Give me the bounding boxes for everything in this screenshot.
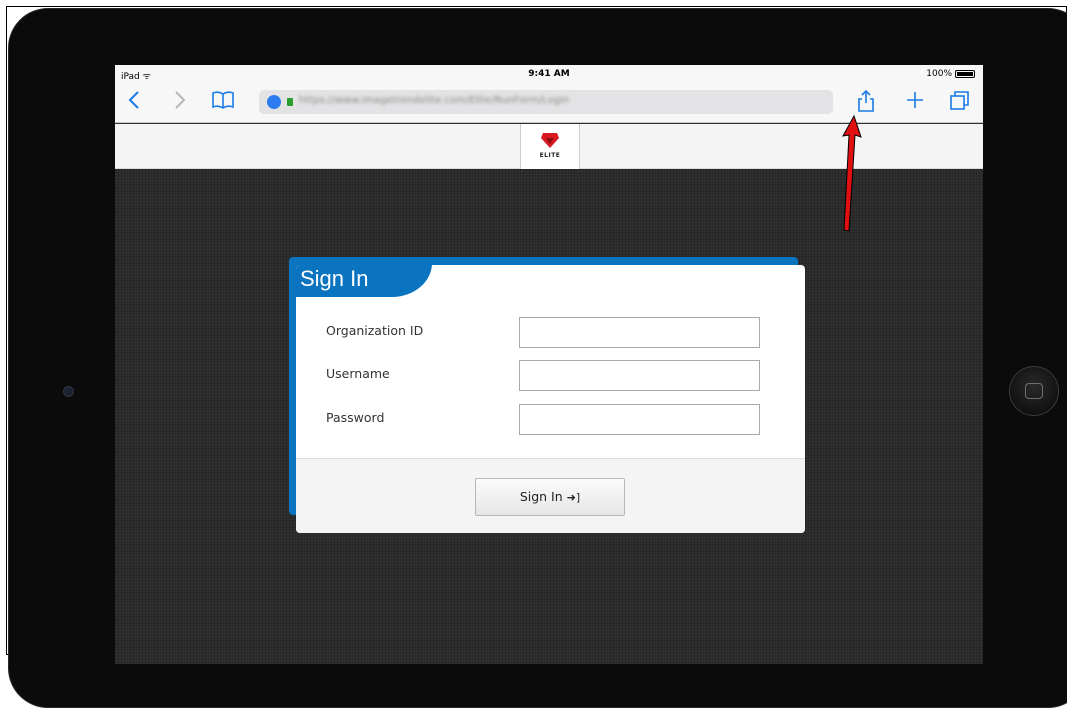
status-bar: iPad ᯤ 9:41 AM 100% xyxy=(115,65,983,85)
url-text: https://www.imagetrendelite.com/Elite/Ru… xyxy=(299,95,570,106)
organization-id-input[interactable] xyxy=(519,317,760,348)
sign-in-button-label: Sign In xyxy=(519,489,563,504)
plus-icon[interactable] xyxy=(905,89,925,118)
tabs-icon[interactable] xyxy=(949,89,971,118)
elite-logo-text: ELITE xyxy=(539,152,561,159)
password-row: Password xyxy=(326,404,776,436)
elite-logo[interactable]: ELITE xyxy=(520,124,580,169)
signin-card: Sign In Organization ID Username Passwor… xyxy=(296,265,805,533)
book-icon[interactable] xyxy=(211,89,235,118)
home-button[interactable] xyxy=(1009,366,1059,416)
battery-icon xyxy=(955,70,975,78)
username-label: Username xyxy=(326,366,390,381)
annotation-arrow-icon xyxy=(842,114,862,232)
address-bar[interactable]: https://www.imagetrendelite.com/Elite/Ru… xyxy=(259,90,833,114)
ipad-device: iPad ᯤ 9:41 AM 100% https://www.imagetre… xyxy=(8,8,1067,708)
sign-in-button[interactable]: Sign In ➜] xyxy=(475,478,625,516)
username-input[interactable] xyxy=(519,360,760,391)
organization-id-label: Organization ID xyxy=(326,323,424,338)
front-camera xyxy=(63,386,74,397)
battery-status: 100% xyxy=(926,69,975,79)
signin-footer: Sign In ➜] xyxy=(296,458,805,533)
chevron-right-icon[interactable] xyxy=(173,89,187,118)
organization-id-row: Organization ID xyxy=(326,317,776,349)
chevron-left-icon[interactable] xyxy=(127,89,141,118)
password-input[interactable] xyxy=(519,404,760,435)
password-label: Password xyxy=(326,410,385,425)
card-title-tab: Sign In xyxy=(296,265,432,297)
username-row: Username xyxy=(326,360,776,392)
signin-title: Sign In xyxy=(300,266,369,291)
battery-percent: 100% xyxy=(926,69,952,79)
safari-compass-icon xyxy=(267,95,281,109)
status-time: 9:41 AM xyxy=(528,69,570,79)
elite-logo-mark xyxy=(541,133,559,148)
lock-icon xyxy=(287,98,293,106)
home-square-icon xyxy=(1025,383,1043,399)
sign-in-icon: ➜] xyxy=(566,491,581,504)
